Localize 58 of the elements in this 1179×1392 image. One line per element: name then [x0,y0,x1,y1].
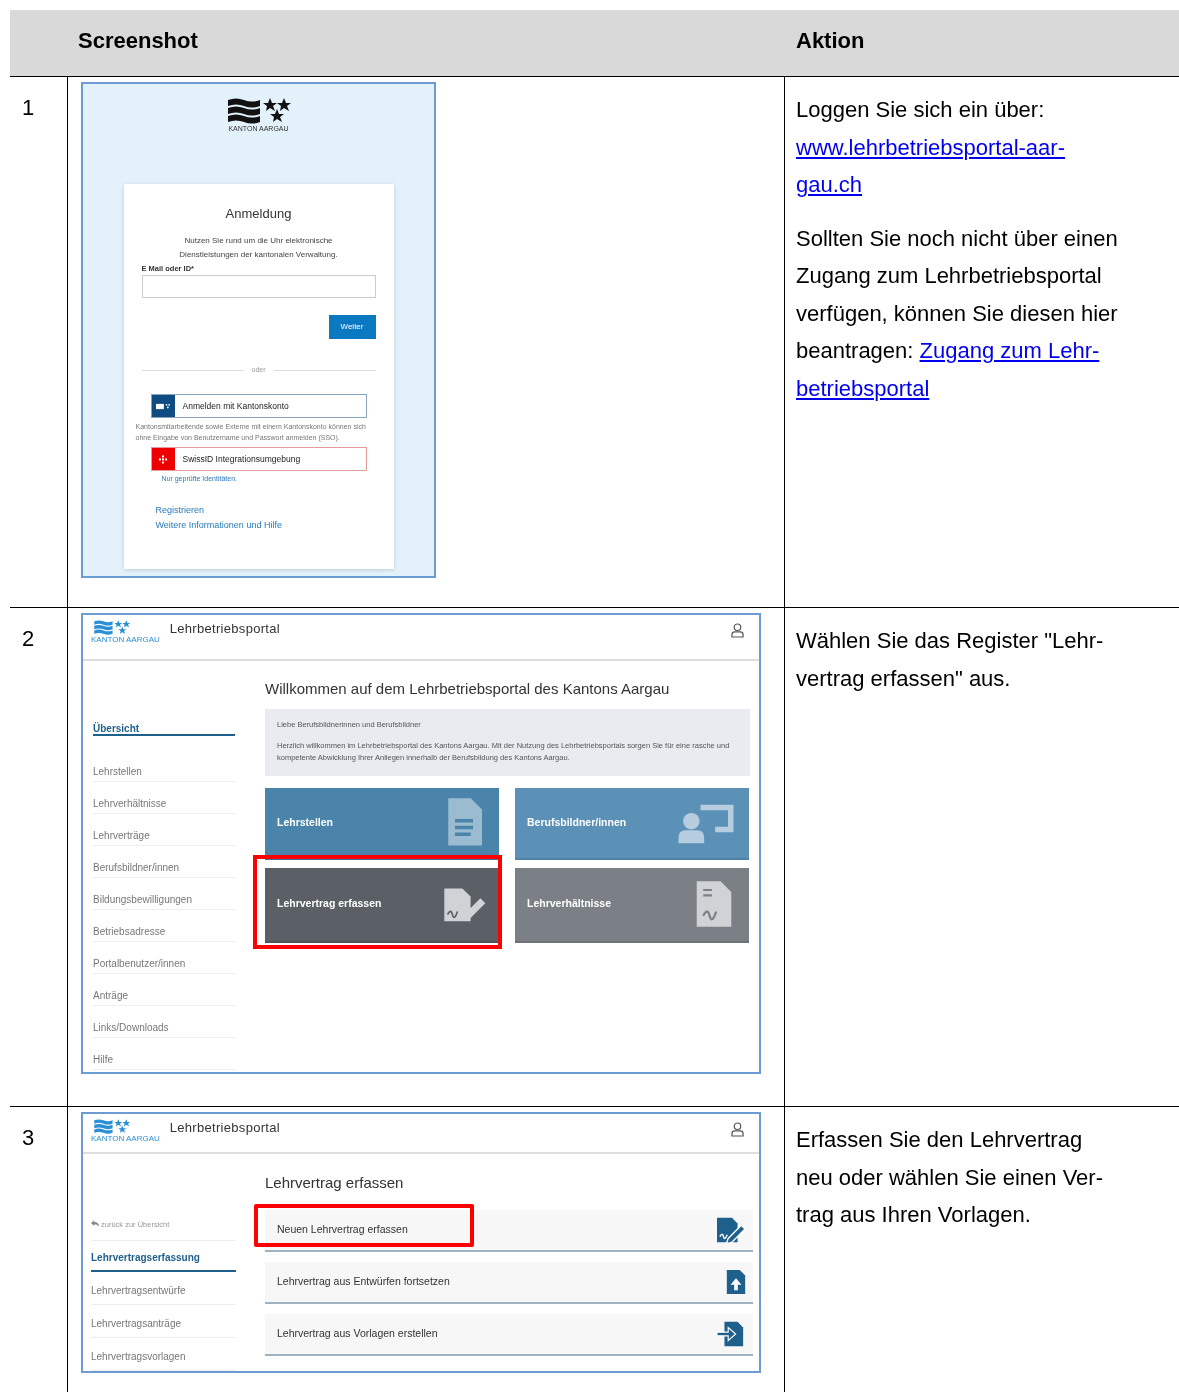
next-button[interactable]: Weiter [328,314,376,339]
page-heading: Willkommen auf dem Lehrbetriebsportal des Kantons Aargau [265,679,671,699]
instruction-text: Erfassen Sie den Lehrvertrag neu oder wählen Sie einen Ver- trag aus Ihren Vorlagen. [796,1126,1104,1229]
sidebar-item[interactable]: Anträge [93,988,235,1006]
link[interactable]: Registrieren [155,502,205,518]
instruction-text: Wählen Sie das Register "Lehr- vertrag erfassen" aus. [796,627,1105,693]
email-input-field[interactable] [141,274,376,298]
intro-text: Nutzen Sie rund um die Uhr elektronische Dienstleistungen der kantonalen Verwaltung. [178,234,339,261]
sidebar-item[interactable]: Lehrvertragsvorlagen [91,1349,236,1371]
sidebar-item[interactable]: Lehrverhältnisse [93,796,235,814]
card-title: Anmeldung [224,205,293,223]
step-number: 1 [21,94,36,122]
logo-caption: KANTON AARGAU [91,635,160,644]
column-heading: Aktion [795,27,866,55]
instruction-text: Sollten Sie noch nicht über einen Zugang zum Lehrbetriebsportal verfügen, können Sie diesen hier beantragen: Zugang zum Lehr- betriebsportal [796,224,1119,403]
app-title: Lehrbetriebsportal [169,620,280,638]
coat-of-arms-icon [91,1118,133,1134]
document-with-pen-icon [715,1215,747,1244]
link[interactable]: Zugang zum Lehr- [919,338,1100,363]
page-heading: Lehrvertrag erfassen [265,1173,405,1193]
cross-icon [156,454,170,464]
logo-caption: KANTON AARGAU [91,1134,160,1143]
sidebar-item[interactable]: Lehrverträge [93,828,235,846]
sign-in-button[interactable]: Anmelden mit Kantonskonto [150,394,367,419]
link[interactable]: www.lehrbetriebsportal-aar- [796,134,1065,160]
step-number: 3 [21,1124,36,1152]
sidebar-item[interactable]: Übersicht [93,721,235,736]
dashboard-tile[interactable]: Lehrvertrag erfassen [265,867,499,943]
sidebar-item[interactable]: Links/Downloads [93,1020,235,1038]
dashboard-tile[interactable]: Berufsbildner/innen [515,787,749,860]
sidebar-item[interactable]: Betriebsadresse [93,924,235,942]
reply-arrow-icon [91,1220,99,1227]
sidebar-item[interactable]: Berufsbildner/innen [93,860,235,878]
column-heading: Screenshot [77,27,199,55]
user-icon [731,1122,744,1137]
dashboard-tile[interactable]: Lehrverhältnisse [515,867,749,943]
user-icon [731,623,744,638]
link[interactable]: gau.ch [796,172,863,197]
card-icon [156,401,170,411]
instruction-text: Loggen Sie sich ein über: www.lehrbetriebsportal-aar- gau.ch [796,96,1066,199]
sidebar-item[interactable]: Lehrvertragserfassung [91,1250,236,1272]
option-button[interactable]: Lehrvertrag aus Vorlagen erstellen [265,1313,753,1356]
sign-in-button[interactable]: SwissID Integrationsumgebung [150,447,367,472]
link[interactable]: Weitere Informationen und Hilfe [155,517,282,533]
sidebar-item[interactable]: Bildungsbewilligungen [93,892,235,910]
link[interactable]: betriebsportal [796,375,930,401]
sidebar-item[interactable]: Lehrvertragsanträge [91,1316,236,1338]
option-button[interactable]: Lehrvertrag aus Entwürfen fortsetzen [265,1261,753,1304]
document-with-up-arrow-icon [725,1267,747,1296]
step-number: 2 [21,625,36,653]
option-button[interactable]: Neuen Lehrvertrag erfassen [265,1209,753,1252]
dashboard-tile[interactable]: Lehrstellen [265,787,499,860]
sidebar-item[interactable]: Lehrvertragsentwürfe [91,1283,236,1305]
sidebar-item[interactable]: Portalbenutzer/innen [93,956,235,974]
app-title: Lehrbetriebsportal [169,1119,280,1137]
sidebar-item[interactable]: Lehrstellen [93,764,235,782]
coat-of-arms-icon [91,619,133,635]
sidebar-item[interactable]: Hilfe [93,1052,235,1070]
